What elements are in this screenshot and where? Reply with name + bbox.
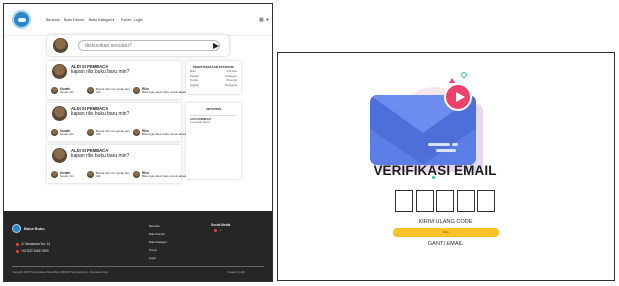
post-text: kapan rilis buku baru min? [71, 69, 130, 75]
reply-text: besok min [60, 90, 74, 95]
activity-item[interactable]: ALDI SI PEMBACA menambah diskusi [190, 115, 237, 124]
footer-logo [12, 224, 21, 233]
code-input-group [395, 190, 498, 212]
resend-code-link[interactable]: KIRIM ULANG CODE [392, 219, 499, 225]
change-email-link[interactable]: GANTI EMAIL [392, 241, 499, 247]
site-logo[interactable] [12, 10, 31, 29]
avatar [87, 87, 94, 94]
avatar [133, 171, 140, 178]
post-text: kapan rilis buku baru min? [71, 153, 130, 159]
avatar [87, 171, 94, 178]
reply-text: Besok rilis min setiap jam rilis [96, 129, 130, 137]
post-text: kapan rilis buku baru min? [71, 111, 130, 117]
forum-post[interactable]: ALDI SI PEMBACA kapan rilis buku baru mi… [47, 145, 197, 183]
forum-post[interactable]: ALDI SI PEMBACA kapan rilis buku baru mi… [47, 61, 197, 99]
activity-title: AKTIVITAS [205, 107, 222, 111]
reply-text: Besok rilis min setiap jam rilis [96, 87, 130, 95]
nav-item-buku-kategori[interactable]: Buku Kategori ▾ [89, 18, 114, 22]
nav-item-login[interactable]: Login [134, 18, 143, 22]
discussion-composer [47, 35, 229, 56]
nav-item-beranda[interactable]: Beranda [46, 18, 60, 22]
avatar [51, 87, 58, 94]
discussion-input[interactable] [78, 40, 220, 51]
footer-address: Jl. Nusantara No. 14 [21, 242, 51, 246]
footer-link-login[interactable]: Login [149, 256, 156, 260]
forum-page-panel: Beranda Buku Favorit Buku Kategori ▾ For… [3, 3, 273, 282]
footer-credit: Created by Aldi [227, 271, 245, 274]
avatar [87, 129, 94, 136]
footer-link-beranda[interactable]: Beranda [149, 224, 160, 228]
reply-text: besok min [60, 132, 74, 137]
footer-divider [12, 266, 264, 267]
avatar [133, 129, 140, 136]
decor-triangle [449, 78, 455, 83]
avatar [52, 148, 67, 163]
code-digit-input[interactable] [395, 190, 413, 212]
avatar [52, 64, 67, 79]
reply-text: Besok rilis min setiap jam rilis [96, 171, 130, 179]
phone-icon [16, 250, 19, 253]
social-media-title: Social Media [211, 223, 231, 227]
footer-phone: +62 822 3456 7890 [21, 249, 49, 253]
code-digit-input[interactable] [415, 190, 434, 212]
code-digit-input[interactable] [436, 190, 455, 212]
stats-title: PERPUSTAKAAN STATISTIK [193, 65, 234, 69]
avatar [51, 129, 58, 136]
footer-link-buku-favorit[interactable]: Buku Favorit [149, 232, 165, 236]
stat-row: Anggota 50 anggota [190, 83, 237, 87]
avatar [52, 106, 67, 121]
footer-link-buku-kategori[interactable]: Buku Kategori [149, 240, 167, 244]
play-icon [444, 83, 472, 111]
reply-text: besok min [60, 174, 74, 179]
user-icon[interactable]: ● [266, 17, 269, 23]
location-icon [16, 243, 19, 246]
stat-row: Penulis 20 penulis [190, 79, 237, 83]
avatar [53, 38, 68, 53]
grid-icon[interactable]: ▦ [259, 17, 264, 23]
page-title: VERIFIKASI EMAIL [373, 163, 497, 178]
send-icon[interactable] [213, 43, 219, 49]
top-navbar: Beranda Buku Favorit Buku Kategori ▾ For… [4, 4, 272, 36]
stat-row: Buku 100 buku [190, 70, 237, 74]
decor-circle [461, 72, 467, 78]
instagram-icon[interactable] [214, 229, 217, 232]
code-digit-input[interactable] [456, 190, 475, 212]
avatar [51, 171, 58, 178]
nav-item-buku-favorit[interactable]: Buku Favorit [64, 18, 84, 22]
library-stats-box: PERPUSTAKAAN STATISTIK Buku 100 buku Kate… [186, 61, 241, 94]
tiktok-icon[interactable]: ♪ [220, 228, 222, 232]
footer-copyright: Copyright 2023 Perpustakaan Baca Buku SM… [12, 271, 109, 274]
code-digit-input[interactable] [477, 190, 496, 212]
site-footer: Baca Buku Jl. Nusantara No. 14 +62 822 3… [4, 211, 272, 281]
forum-post[interactable]: ALDI SI PEMBACA kapan rilis buku baru mi… [47, 103, 197, 141]
send-button[interactable]: Kirim [393, 228, 499, 237]
footer-brand: Baca Buku [24, 226, 45, 231]
stat-row: Kategori 10 kategori [190, 74, 237, 78]
nav-item-forum[interactable]: Forum [121, 18, 131, 22]
activity-box: AKTIVITAS ALDI SI PEMBACA menambah disku… [186, 103, 241, 179]
avatar [133, 87, 140, 94]
footer-link-forum[interactable]: Forum [149, 248, 157, 252]
